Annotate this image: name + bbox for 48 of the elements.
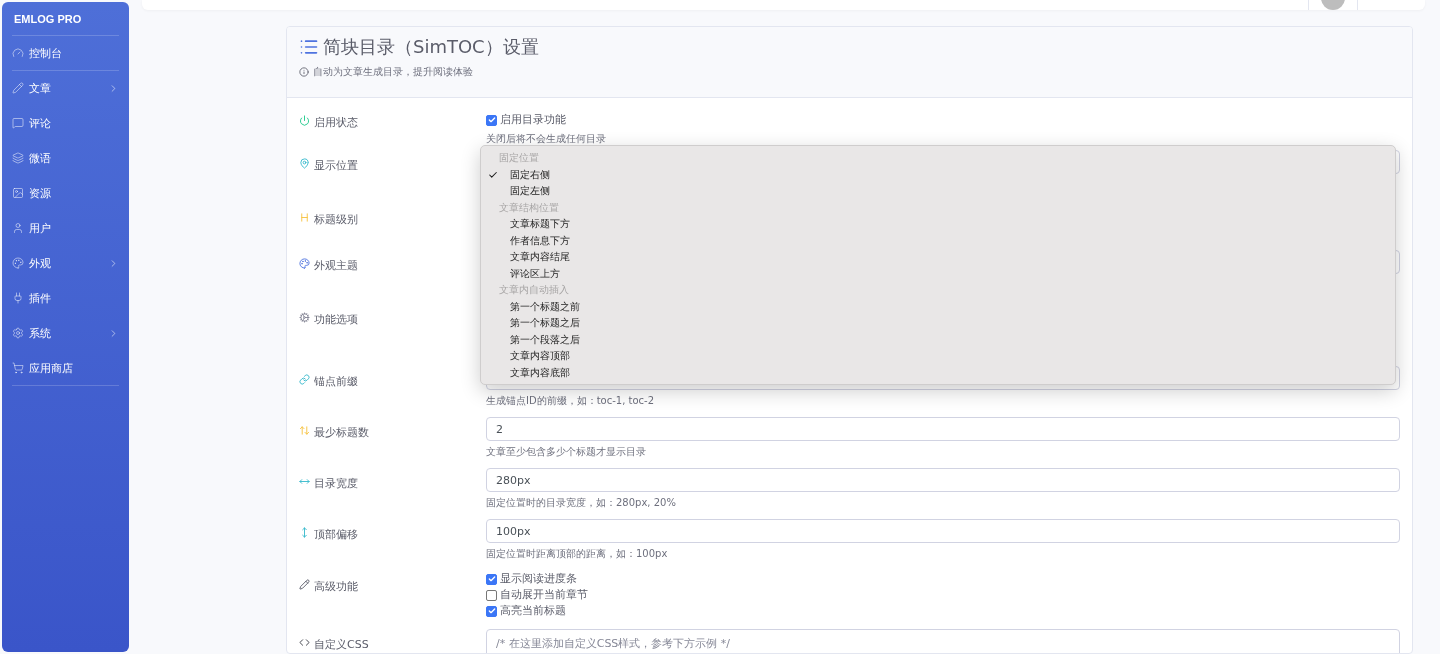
field-label: 外观主题 (314, 258, 358, 273)
dropdown-option[interactable]: 第一个段落之后 (481, 331, 1395, 348)
dropdown-option[interactable]: 文章内容底部 (481, 364, 1395, 381)
checkbox-option[interactable]: 显示阅读进度条 (486, 571, 1400, 587)
sidebar-item[interactable]: 评论 (12, 106, 119, 141)
dropdown-option[interactable]: 固定右侧 (481, 166, 1395, 183)
field-hint: 生成锚点ID的前缀，如：toc-1, toc-2 (486, 394, 656, 408)
sidebar-item[interactable]: 系统 (12, 316, 119, 351)
checkbox-option[interactable]: 自动展开当前章节 (486, 587, 1400, 603)
dropdown-option[interactable]: 文章内容结尾 (481, 249, 1395, 266)
field-label: 锚点前缀 (314, 374, 358, 389)
field-label: 高级功能 (314, 579, 358, 594)
field-label: 目录宽度 (314, 476, 358, 491)
field-label: 启用状态 (314, 115, 358, 130)
sidebar-item[interactable]: 应用商店 (12, 351, 119, 386)
dropdown-option[interactable]: 评论区上方 (481, 265, 1395, 282)
field-label: 功能选项 (314, 312, 358, 327)
field-hint: 文章至少包含多少个标题才显示目录 (486, 445, 647, 459)
sidebar-item[interactable]: 插件 (12, 281, 119, 316)
dropdown-option[interactable]: 文章内容顶部 (481, 348, 1395, 365)
input-field[interactable]: 280px (486, 468, 1400, 492)
field-hint: 固定位置时的目录宽度，如：280px, 20% (486, 496, 677, 510)
brand-logo[interactable]: EMLOG PRO (12, 2, 119, 35)
field-label: 顶部偏移 (314, 527, 358, 542)
dropdown-option[interactable]: 第一个标题之前 (481, 298, 1395, 315)
field-hint: 固定位置时距离顶部的距离，如：100px (486, 547, 669, 561)
field-label: 标题级别 (314, 212, 358, 227)
input-field[interactable]: 2 (486, 417, 1400, 441)
sidebar-item[interactable]: 文章 (12, 71, 119, 106)
checkbox-option[interactable]: 高亮当前标题 (486, 603, 1400, 619)
field-hint: 关闭后将不会生成任何目录 (486, 132, 607, 146)
dropdown-option[interactable]: 作者信息下方 (481, 232, 1395, 249)
dropdown-option[interactable]: 第一个标题之后 (481, 315, 1395, 332)
panel-title: 简块目录（SimTOC）设置 (323, 35, 539, 59)
input-field[interactable]: 100px (486, 519, 1400, 543)
dropdown-option[interactable]: 文章标题下方 (481, 216, 1395, 233)
sidebar-item[interactable]: 控制台 (12, 36, 119, 71)
sidebar-item[interactable]: 资源 (12, 176, 119, 211)
dropdown-option[interactable]: 固定左侧 (481, 183, 1395, 200)
field-label: 自定义CSS (314, 637, 369, 652)
field-label: 显示位置 (314, 158, 358, 173)
sidebar-item[interactable]: 微语 (12, 141, 119, 176)
css-textarea[interactable]: /* 在这里添加自定义CSS样式，参考下方示例 */ (486, 629, 1400, 653)
checkbox-option[interactable]: 启用目录功能 (486, 112, 1400, 128)
field-label: 最少标题数 (314, 425, 369, 440)
panel-subtitle: 自动为文章生成目录，提升阅读体验 (313, 65, 473, 79)
sidebar-item[interactable]: 外观 (12, 246, 119, 281)
sidebar-item[interactable]: 用户 (12, 211, 119, 246)
